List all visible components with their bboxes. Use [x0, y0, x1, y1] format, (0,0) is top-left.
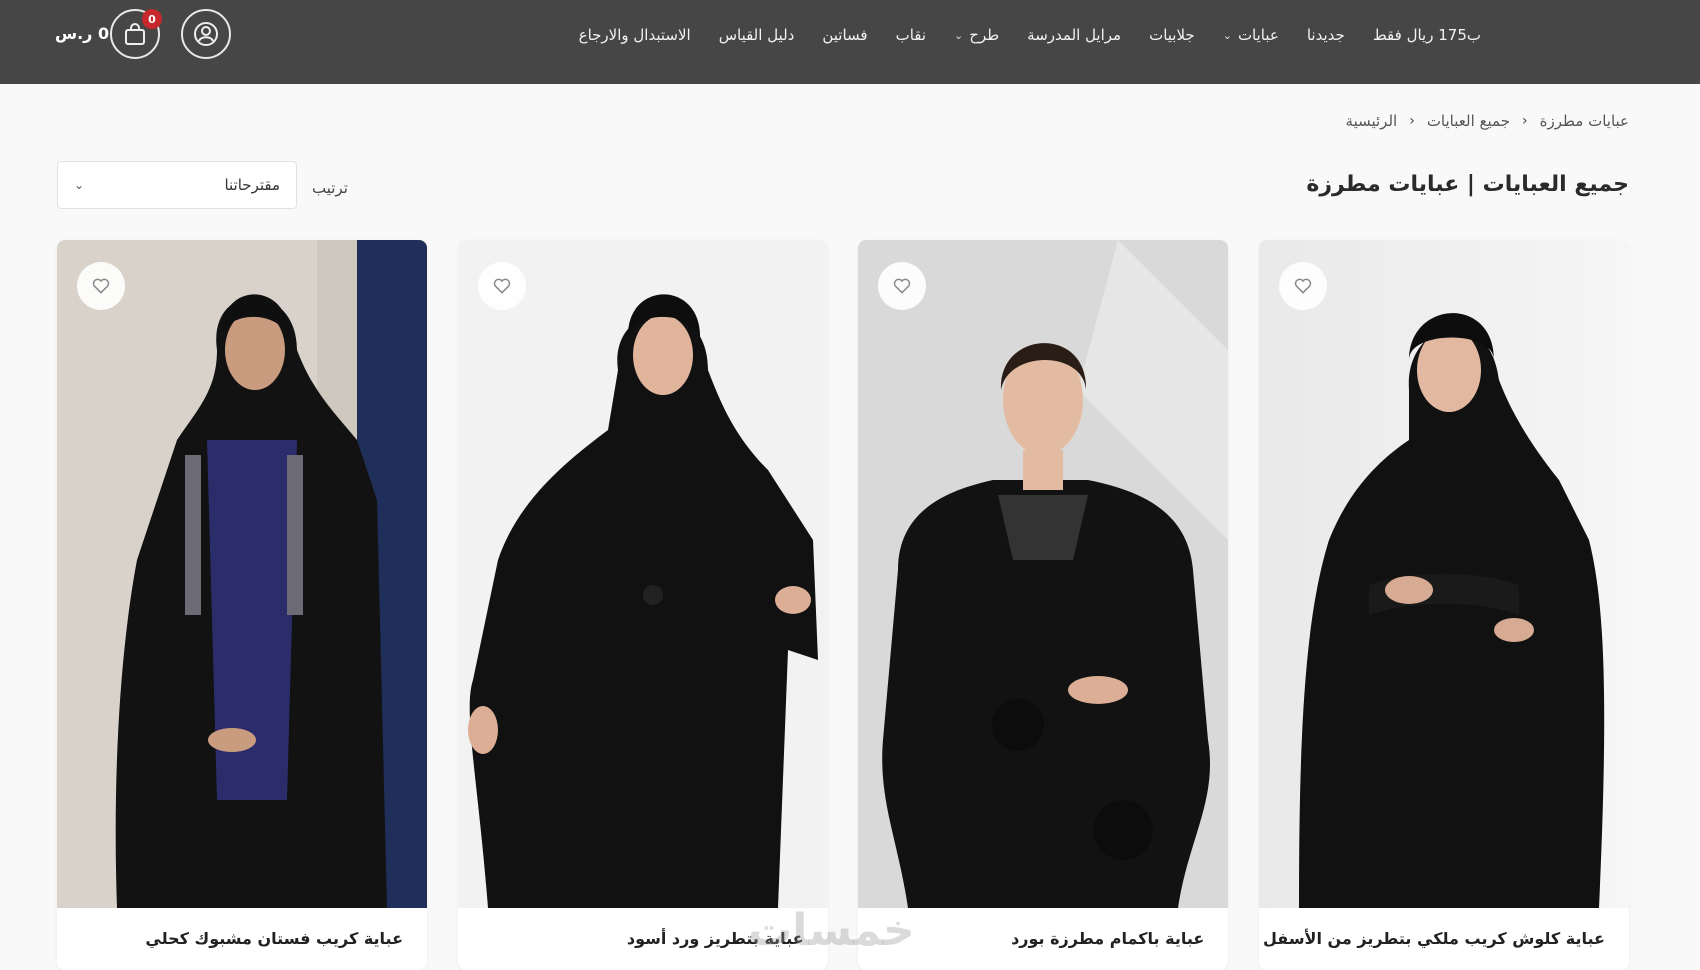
chevron-down-icon: ⌄: [1222, 28, 1232, 42]
nav-label: ب175 ريال فقط: [1372, 26, 1481, 44]
sort-label: ترتيب: [312, 179, 348, 197]
nav-item-size-guide[interactable]: دليل القياس: [705, 26, 809, 44]
nav-item-niqab[interactable]: نقاب: [882, 26, 940, 44]
favorite-button[interactable]: [878, 262, 927, 310]
sort-select[interactable]: مقترحاتنا ⌄: [57, 161, 297, 209]
product-card[interactable]: عباية كلوش كريب ملكي بتطريز من الأسفل: [1258, 240, 1629, 970]
product-title[interactable]: عباية باكمام مطرزة بورد: [1011, 929, 1204, 948]
favorite-button[interactable]: [1278, 262, 1327, 310]
breadcrumb-all-abayas[interactable]: جميع العبايات: [1427, 112, 1510, 130]
favorite-button[interactable]: [477, 262, 526, 310]
product-title[interactable]: عباية كريب فستان مشبوك كحلي: [145, 929, 403, 948]
nav-item-175[interactable]: ب175 ريال فقط: [1359, 26, 1495, 44]
main-nav: ب175 ريال فقط جديدنا عبايات ⌄ جلابيات مرا…: [565, 0, 1495, 70]
cart-button[interactable]: 0: [110, 9, 162, 59]
nav-item-abayas[interactable]: عبايات ⌄: [1209, 26, 1293, 44]
watermark: خمسات: [748, 905, 915, 956]
breadcrumb: الرئيسية ‹ جميع العبايات ‹ عبايات مطرزة: [1346, 112, 1629, 130]
chevron-left-icon: ‹: [1409, 113, 1415, 129]
sort-selected-value: مقترحاتنا: [224, 176, 280, 194]
chevron-down-icon: ⌄: [74, 178, 85, 192]
nav-item-dresses[interactable]: فساتين: [808, 26, 881, 44]
nav-label: الاستبدال والارجاع: [578, 26, 691, 44]
nav-label: فساتين: [822, 26, 868, 44]
breadcrumb-home[interactable]: الرئيسية: [1346, 112, 1398, 130]
nav-label: جديدنا: [1306, 26, 1345, 44]
heart-icon: [493, 278, 510, 294]
product-card[interactable]: عباية بتطريز ورد أسود: [457, 240, 828, 970]
top-header: ب175 ريال فقط جديدنا عبايات ⌄ جلابيات مرا…: [0, 0, 1700, 84]
page-title: جميع العبايات | عبايات مطرزة: [1306, 172, 1629, 197]
chevron-down-icon: ⌄: [954, 28, 964, 42]
product-image[interactable]: [457, 240, 828, 908]
heart-icon: [894, 278, 911, 294]
heart-icon: [92, 278, 110, 294]
product-image[interactable]: [57, 240, 427, 908]
product-image[interactable]: [858, 240, 1229, 908]
nav-label: طرح: [969, 26, 1000, 44]
nav-item-returns[interactable]: الاستبدال والارجاع: [565, 26, 705, 44]
cart-total: 0 ر.س: [55, 24, 110, 43]
favorite-button[interactable]: [77, 262, 125, 310]
chevron-left-icon: ‹: [1521, 113, 1528, 129]
product-card[interactable]: عباية كريب فستان مشبوك كحلي: [57, 240, 427, 970]
nav-label: عبايات: [1237, 26, 1279, 44]
breadcrumb-current: عبايات مطرزة: [1539, 112, 1629, 130]
nav-item-scarves[interactable]: طرح ⌄: [940, 26, 1013, 44]
nav-label: دليل القياس: [718, 26, 795, 44]
nav-item-new[interactable]: جديدنا: [1293, 26, 1359, 44]
nav-item-jalabiyas[interactable]: جلابيات: [1135, 26, 1209, 44]
user-icon: [194, 22, 218, 46]
product-image[interactable]: [1258, 240, 1629, 908]
nav-label: جلابيات: [1149, 26, 1195, 44]
cart-count-badge: 0: [142, 9, 162, 29]
product-card[interactable]: عباية باكمام مطرزة بورد: [858, 240, 1229, 970]
nav-item-school-aprons[interactable]: مرايل المدرسة: [1013, 26, 1135, 44]
nav-label: مرايل المدرسة: [1027, 26, 1122, 44]
account-button[interactable]: [181, 9, 231, 59]
product-grid: عباية كلوش كريب ملكي بتطريز من الأسفل عب…: [57, 240, 1629, 970]
nav-label: نقاب: [895, 26, 927, 44]
heart-icon: [1294, 278, 1312, 294]
product-title[interactable]: عباية كلوش كريب ملكي بتطريز من الأسفل: [1263, 929, 1605, 948]
